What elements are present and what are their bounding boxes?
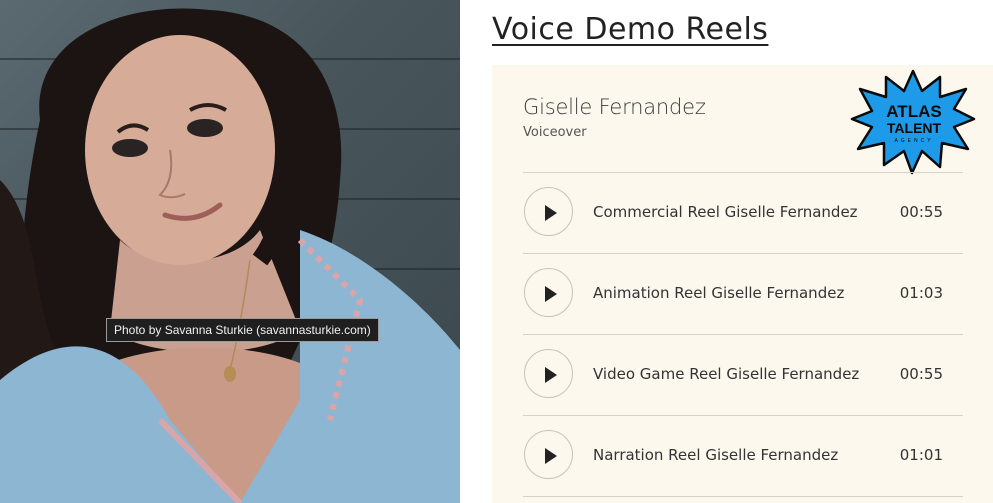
- track-title: Animation Reel Giselle Fernandez: [593, 284, 845, 302]
- track-duration: 00:55: [899, 203, 943, 221]
- play-icon: [545, 367, 557, 383]
- logo-line1: ATLAS: [886, 102, 941, 121]
- play-icon: [545, 286, 557, 302]
- play-icon: [545, 205, 557, 221]
- track-row[interactable]: Narration Reel Giselle Fernandez 01:01: [523, 416, 963, 496]
- play-button[interactable]: [524, 268, 573, 317]
- track-row[interactable]: Video Game Reel Giselle Fernandez 00:55: [523, 335, 963, 415]
- play-button[interactable]: [524, 430, 573, 479]
- track-title: Narration Reel Giselle Fernandez: [593, 446, 839, 464]
- track-duration: 00:55: [899, 365, 943, 383]
- demo-reel-player: Giselle Fernandez Voiceover ATLAS TALENT…: [492, 65, 993, 503]
- page-title: Voice Demo Reels: [492, 12, 769, 47]
- play-icon: [545, 448, 557, 464]
- play-button[interactable]: [524, 187, 573, 236]
- artist-name: Giselle Fernandez: [523, 95, 706, 119]
- agency-logo: ATLAS TALENT AGENCY: [850, 69, 976, 175]
- artist-role: Voiceover: [523, 125, 587, 140]
- track-row[interactable]: Animation Reel Giselle Fernandez 01:03: [523, 254, 963, 334]
- logo-line3: AGENCY: [894, 138, 933, 144]
- headshot-photo: Photo by Savanna Sturkie (savannasturkie…: [0, 0, 460, 503]
- logo-line2: TALENT: [887, 120, 942, 136]
- divider: [523, 496, 963, 497]
- portrait-illustration: [0, 8, 460, 503]
- track-duration: 01:03: [899, 284, 943, 302]
- track-duration: 01:01: [899, 446, 943, 464]
- photo-caption: Photo by Savanna Sturkie (savannasturkie…: [106, 318, 379, 342]
- play-button[interactable]: [524, 349, 573, 398]
- track-title: Video Game Reel Giselle Fernandez: [593, 365, 860, 383]
- track-row[interactable]: Commercial Reel Giselle Fernandez 00:55: [523, 173, 963, 253]
- track-title: Commercial Reel Giselle Fernandez: [593, 203, 858, 221]
